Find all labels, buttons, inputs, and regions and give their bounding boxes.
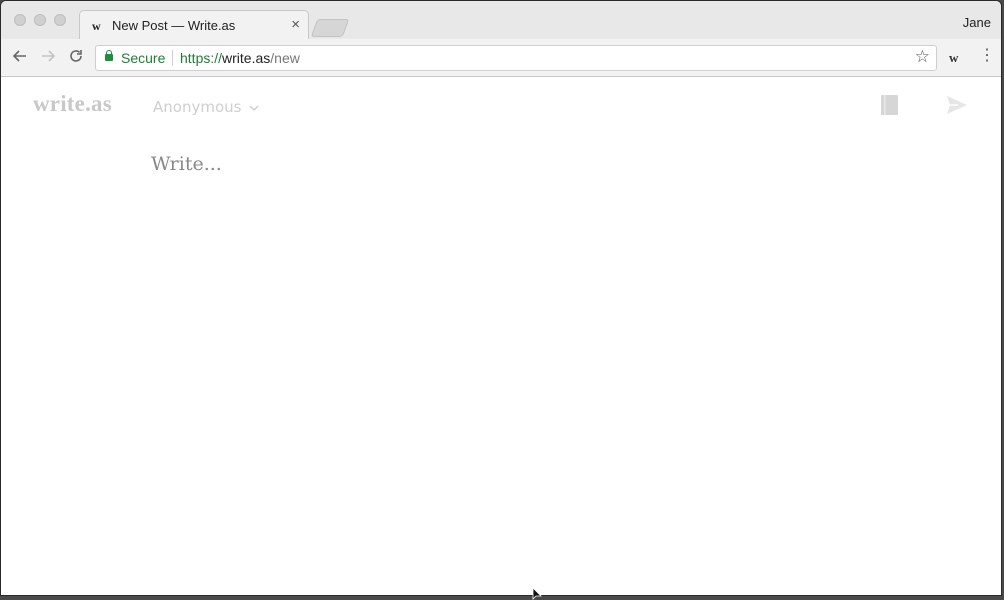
browser-toolbar: Secure https://write.as/new ☆ w ⋮ <box>1 39 1001 77</box>
chevron-down-icon <box>249 105 259 112</box>
arrow-right-icon <box>42 50 56 62</box>
browser-menu-icon[interactable]: ⋮ <box>979 47 995 65</box>
lock-icon <box>105 50 113 61</box>
close-window-button[interactable] <box>14 14 26 26</box>
url-scheme: https:// <box>180 50 223 66</box>
secure-label: Secure <box>121 50 166 66</box>
minimize-window-button[interactable] <box>34 14 46 26</box>
mouse-pointer-icon <box>532 588 542 600</box>
back-button[interactable] <box>11 48 29 66</box>
forward-button[interactable] <box>39 48 57 66</box>
blog-selector-label: Anonymous <box>153 98 242 116</box>
tab-favicon-icon: w <box>92 19 101 33</box>
book-icon[interactable] <box>881 95 898 115</box>
tab-strip: w New Post — Write.as × Jane <box>1 1 1001 40</box>
tab-new-post[interactable]: w New Post — Write.as × <box>79 10 309 40</box>
url-text[interactable]: https://write.as/new <box>180 50 300 66</box>
address-bar[interactable]: Secure https://write.as/new ☆ <box>95 45 937 71</box>
post-editor[interactable]: Write... <box>151 153 222 175</box>
blog-selector[interactable]: Anonymous <box>153 98 259 116</box>
send-icon[interactable] <box>947 96 967 114</box>
arrow-left-icon <box>12 50 26 62</box>
page-content: write.as Anonymous Write... <box>1 77 1001 595</box>
tab-title: New Post — Write.as <box>112 18 236 33</box>
reload-button[interactable] <box>67 48 85 66</box>
bookmark-star-icon[interactable]: ☆ <box>915 47 930 67</box>
browser-window: w New Post — Write.as × Jane Secure http… <box>1 1 1001 595</box>
profile-name[interactable]: Jane <box>963 15 991 30</box>
zoom-window-button[interactable] <box>54 14 66 26</box>
write-as-extension-button[interactable]: w <box>949 50 958 66</box>
tab-close-icon[interactable]: × <box>291 16 300 33</box>
url-path: /new <box>270 50 300 66</box>
site-logo[interactable]: write.as <box>33 91 112 117</box>
url-divider <box>172 50 173 66</box>
url-host: write.as <box>222 50 271 66</box>
reload-icon <box>70 50 82 62</box>
new-tab-button[interactable] <box>310 19 350 37</box>
